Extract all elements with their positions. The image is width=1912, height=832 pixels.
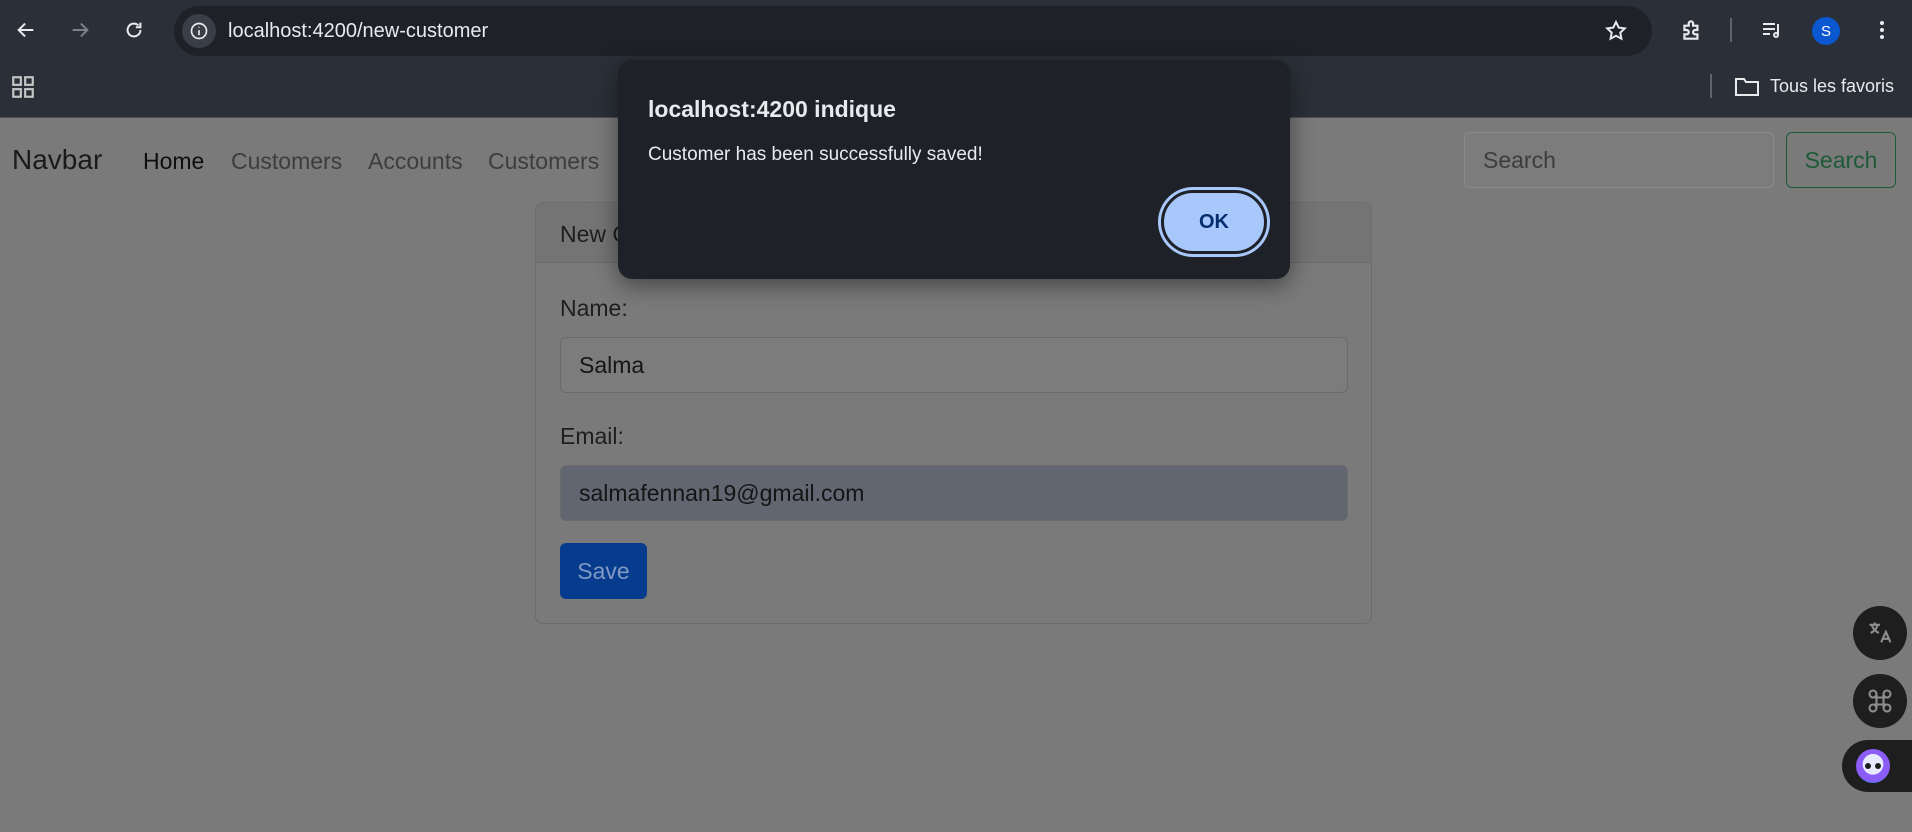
save-button[interactable]: Save — [560, 543, 647, 599]
command-icon — [1868, 689, 1892, 713]
reload-button[interactable] — [116, 12, 152, 48]
apps-grid-icon[interactable] — [10, 74, 36, 100]
nav-link-customers[interactable]: Customers — [231, 148, 342, 175]
url-text[interactable]: localhost:4200/new-customer — [228, 20, 488, 43]
media-control-button[interactable] — [1756, 14, 1788, 46]
folder-icon — [1735, 78, 1759, 96]
assistant-widget[interactable] — [1842, 740, 1912, 792]
translate-icon — [1869, 622, 1892, 643]
arrow-right-icon — [72, 22, 89, 38]
arrow-left-icon — [17, 22, 34, 38]
nav-link-home[interactable]: Home — [143, 148, 204, 175]
browser-menu-button[interactable] — [1866, 14, 1898, 46]
shortcut-widget[interactable] — [1853, 674, 1907, 728]
nav-link-accounts[interactable]: Accounts — [368, 148, 463, 175]
email-field[interactable]: salmafennan19@gmail.com — [560, 465, 1348, 521]
extensions-button[interactable] — [1676, 14, 1708, 46]
alert-dialog: localhost:4200 indique Customer has been… — [618, 60, 1290, 279]
reload-icon — [126, 22, 142, 38]
back-button[interactable] — [8, 12, 44, 48]
site-info-button[interactable] — [182, 14, 216, 48]
all-bookmarks-label: Tous les favoris — [1770, 75, 1895, 96]
search-input[interactable]: Search — [1464, 132, 1774, 188]
bookmark-star-icon[interactable] — [1604, 19, 1628, 43]
browser-toolbar: localhost:4200/new-customer S — [0, 0, 1912, 60]
bookmarks-divider — [1710, 74, 1712, 98]
playlist-icon — [1763, 23, 1779, 38]
dialog-title: localhost:4200 indique — [648, 96, 896, 122]
assistant-bot-icon — [1856, 749, 1890, 783]
dialog-message: Customer has been successfully saved! — [648, 144, 983, 165]
puzzle-icon — [1683, 20, 1699, 40]
name-label: Name: — [560, 295, 628, 321]
profile-avatar[interactable]: S — [1812, 17, 1840, 45]
email-label: Email: — [560, 423, 624, 449]
translate-widget[interactable] — [1853, 606, 1907, 660]
ok-button[interactable]: OK — [1161, 190, 1267, 254]
nav-dropdown-customers[interactable]: Customers — [488, 148, 599, 175]
info-icon — [190, 22, 208, 40]
forward-button[interactable] — [62, 12, 98, 48]
name-field[interactable]: Salma — [560, 337, 1348, 393]
address-bar[interactable]: localhost:4200/new-customer — [174, 6, 1652, 56]
all-bookmarks-folder[interactable]: Tous les favoris — [1734, 74, 1894, 98]
navbar-brand[interactable]: Navbar — [12, 144, 102, 176]
search-button[interactable]: Search — [1786, 132, 1896, 188]
toolbar-divider — [1730, 18, 1732, 42]
more-vertical-icon — [1880, 21, 1884, 39]
